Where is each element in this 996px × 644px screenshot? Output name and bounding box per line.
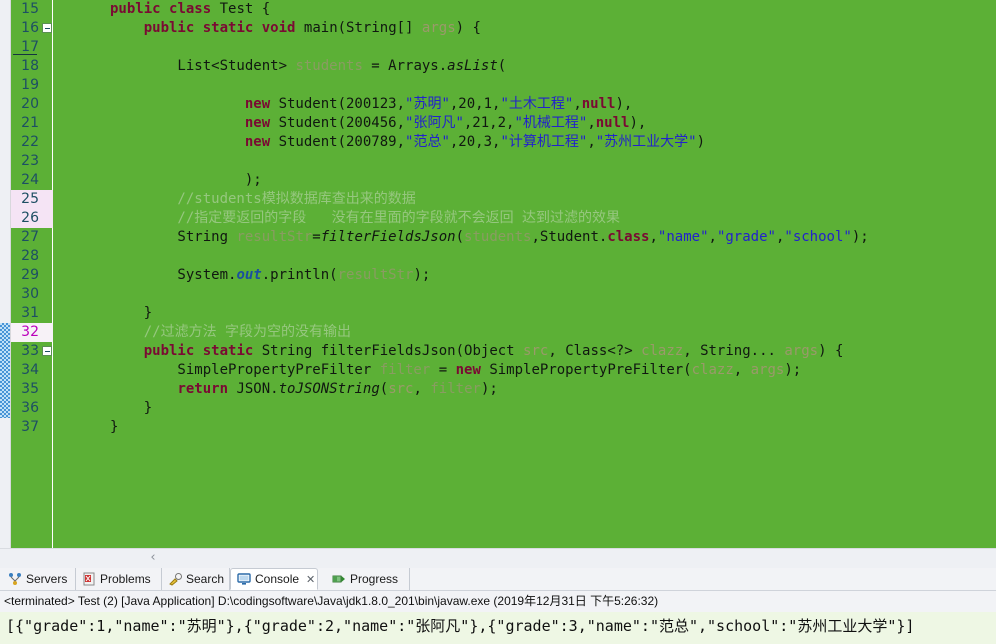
tab-label: Servers xyxy=(26,572,68,586)
line-number: 33 xyxy=(21,343,39,359)
line-number: 18 xyxy=(21,58,39,74)
code-line: new Student(200789,"范总",20,3,"计算机工程","苏州… xyxy=(244,134,706,150)
tab-servers[interactable]: Servers xyxy=(2,568,76,590)
horizontal-scrollbar[interactable]: ‹ xyxy=(0,548,996,568)
code-line: public static void main(String[] args) { xyxy=(143,20,481,36)
annotation-ruler[interactable] xyxy=(0,0,11,548)
fold-collapse-icon[interactable] xyxy=(42,346,52,356)
tab-console[interactable]: Console ✕ xyxy=(230,568,318,590)
console-icon xyxy=(237,572,251,586)
code-line: System.out.println(resultStr); xyxy=(110,267,431,283)
code-text-area[interactable]: public class Test { public static void m… xyxy=(53,0,996,548)
code-line: public class Test { xyxy=(110,1,271,17)
code-line: ); xyxy=(110,172,262,188)
tab-progress[interactable]: Progress xyxy=(326,568,410,590)
code-line: return JSON.toJSONString(src, filter); xyxy=(177,381,498,397)
servers-icon xyxy=(8,572,22,586)
code-line: new Student(200123,"苏明",20,1,"土木工程",null… xyxy=(244,96,633,112)
line-number: 35 xyxy=(21,381,39,397)
code-editor[interactable]: public class Test { public static void m… xyxy=(0,0,996,548)
problems-icon xyxy=(82,572,96,586)
console-output-text: [{"grade":1,"name":"苏明"},{"grade":2,"nam… xyxy=(6,617,915,635)
view-tab-bar[interactable]: Servers Problems Search Console ✕ Progress xyxy=(0,568,996,591)
line-17-underline xyxy=(13,54,37,55)
line-number: 27 xyxy=(21,229,39,245)
tab-search[interactable]: Search xyxy=(162,568,230,590)
console-terminated-line: <terminated> Test (2) [Java Application]… xyxy=(4,594,659,608)
progress-icon xyxy=(332,572,346,586)
line-number: 21 xyxy=(21,115,39,131)
line-number: 30 xyxy=(21,286,39,302)
fold-collapse-icon[interactable] xyxy=(42,23,52,33)
line-number: 19 xyxy=(21,77,39,93)
tab-label: Progress xyxy=(350,572,399,586)
line-number: 32 xyxy=(21,324,39,340)
search-icon xyxy=(168,572,182,586)
code-line: //过滤方法 字段为空的没有输出 xyxy=(110,324,352,340)
annotation-marker[interactable] xyxy=(0,323,10,418)
tab-label: Console xyxy=(255,572,300,586)
tab-label: Search xyxy=(186,572,225,586)
line-number: 29 xyxy=(21,267,39,283)
line-number: 20 xyxy=(21,96,39,112)
line-number: 22 xyxy=(21,134,39,150)
line-number: 15 xyxy=(21,1,39,17)
code-line: SimplePropertyPreFilter filter = new Sim… xyxy=(110,362,802,378)
code-line: } xyxy=(110,419,119,435)
line-number: 26 xyxy=(21,210,39,226)
line-number: 36 xyxy=(21,400,39,416)
eclipse-ide-window: public class Test { public static void m… xyxy=(0,0,996,644)
code-line: //students模拟数据库查出来的数据 xyxy=(110,191,416,207)
console-output-area[interactable]: [{"grade":1,"name":"苏明"},{"grade":2,"nam… xyxy=(0,612,996,644)
line-number: 25 xyxy=(21,191,39,207)
tab-problems[interactable]: Problems xyxy=(76,568,162,590)
code-line: } xyxy=(110,305,153,321)
line-number: 24 xyxy=(21,172,39,188)
code-line: List<Student> students = Arrays.asList( xyxy=(110,58,507,74)
line-number: 23 xyxy=(21,153,39,169)
tab-label: Problems xyxy=(100,572,151,586)
close-icon[interactable]: ✕ xyxy=(306,573,315,586)
code-line: public static String filterFieldsJson(Ob… xyxy=(143,343,844,359)
line-number: 34 xyxy=(21,362,39,378)
code-line: new Student(200456,"张阿凡",21,2,"机械工程",nul… xyxy=(244,115,647,131)
scroll-left-icon[interactable]: ‹ xyxy=(146,551,160,565)
line-number: 28 xyxy=(21,248,39,264)
bottom-panel: Servers Problems Search Console ✕ Progress <t… xyxy=(0,568,996,644)
line-number: 37 xyxy=(21,419,39,435)
code-line: String resultStr=filterFieldsJson(studen… xyxy=(110,229,869,245)
code-line: } xyxy=(110,400,153,416)
line-number: 31 xyxy=(21,305,39,321)
code-line: //指定要返回的字段 没有在里面的字段就不会返回 达到过滤的效果 xyxy=(110,210,621,226)
line-number: 16 xyxy=(21,20,39,36)
